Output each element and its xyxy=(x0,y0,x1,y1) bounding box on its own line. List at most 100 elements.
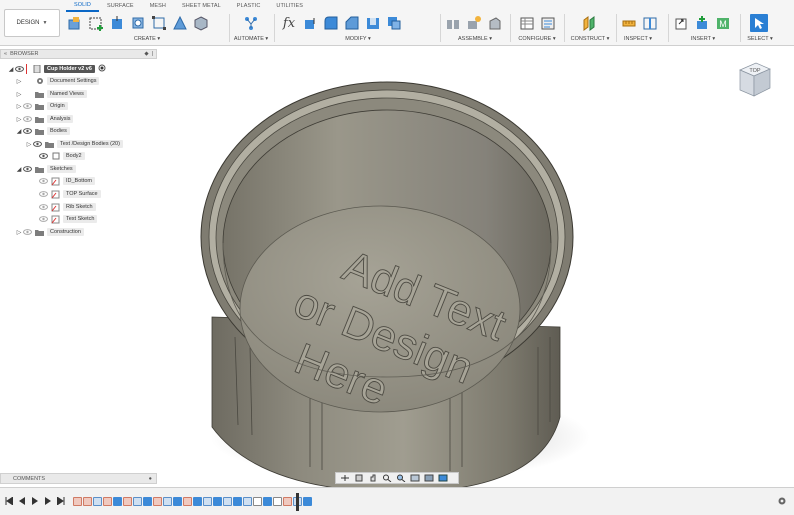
revolve-icon[interactable] xyxy=(129,14,147,32)
timeline-extrude-icon[interactable] xyxy=(173,497,182,506)
tab-plastic[interactable]: PLASTIC xyxy=(229,0,269,12)
timeline-extrude-icon[interactable] xyxy=(303,497,312,506)
browser-item-document-settings[interactable]: ▷ Document Settings xyxy=(16,75,100,87)
shell-icon[interactable] xyxy=(364,14,382,32)
timeline-settings-gear-icon[interactable] xyxy=(777,496,787,506)
skip-to-start-icon[interactable] xyxy=(4,496,14,506)
workspace-dropdown[interactable]: DESIGN ▼ xyxy=(4,9,60,37)
browser-item-top-surface[interactable]: TOP Surface xyxy=(32,188,101,200)
timeline-sketch-icon[interactable] xyxy=(83,497,92,506)
zoom-icon[interactable] xyxy=(380,473,393,483)
extrude-icon[interactable] xyxy=(108,14,126,32)
construct-group-label[interactable]: CONSTRUCT ▾ xyxy=(566,36,614,42)
tab-mesh[interactable]: MESH xyxy=(142,0,174,12)
assemble-group-label[interactable]: ASSEMBLE ▾ xyxy=(444,36,506,42)
timeline-move-icon[interactable] xyxy=(253,497,262,506)
timeline-sketch-icon[interactable] xyxy=(183,497,192,506)
configure-list-icon[interactable] xyxy=(539,14,557,32)
create-sketch-icon[interactable] xyxy=(87,14,105,32)
eye-hidden-icon[interactable] xyxy=(22,116,32,123)
triangle-icon[interactable] xyxy=(171,14,189,32)
browser-item-construction[interactable]: ▷ Construction xyxy=(16,226,84,238)
eye-icon[interactable] xyxy=(14,66,24,73)
create-group-label[interactable]: CREATE ▾ xyxy=(66,36,228,42)
timeline-feature-icon[interactable] xyxy=(243,497,252,506)
comments-bar[interactable]: COMMENTS ● xyxy=(0,473,157,484)
automate-group-label[interactable]: AUTOMATE ▾ xyxy=(230,36,272,42)
browser-item-bodies[interactable]: ◢ Bodies xyxy=(16,125,70,137)
browser-item-rib-sketch[interactable]: Rib Sketch xyxy=(32,201,96,213)
browser-item-named-views[interactable]: ▷ Named Views xyxy=(16,88,87,100)
timeline-marker[interactable] xyxy=(296,493,299,511)
timeline-sketch-icon[interactable] xyxy=(123,497,132,506)
automate-icon[interactable] xyxy=(242,14,260,32)
timeline-sketch-icon[interactable] xyxy=(153,497,162,506)
browser-item-text-design-bodies[interactable]: ▷ Text /Design Bodies (20) xyxy=(26,138,123,150)
parameters-fx-icon[interactable]: fx xyxy=(280,14,298,32)
browser-item-sketches[interactable]: ◢ Sketches xyxy=(16,163,76,175)
eye-hidden-icon[interactable] xyxy=(38,216,48,223)
timeline-extrude-icon[interactable] xyxy=(213,497,222,506)
inspect-group-label[interactable]: INSPECT ▾ xyxy=(618,36,658,42)
pin-icon[interactable]: ◆ xyxy=(144,51,148,57)
fillet-icon[interactable] xyxy=(322,14,340,32)
timeline-extrude-icon[interactable] xyxy=(143,497,152,506)
insert-decal-icon[interactable] xyxy=(693,14,711,32)
combine-icon[interactable] xyxy=(385,14,403,32)
measure-icon[interactable] xyxy=(620,14,638,32)
section-analysis-icon[interactable] xyxy=(641,14,659,32)
timeline-extrude-icon[interactable] xyxy=(113,497,122,506)
timeline-sketch-icon[interactable] xyxy=(103,497,112,506)
eye-icon[interactable] xyxy=(22,128,32,135)
insert-group-label[interactable]: INSERT ▾ xyxy=(672,36,734,42)
step-forward-icon[interactable] xyxy=(43,496,53,506)
model-canvas[interactable]: Add Text or Design Here xyxy=(160,47,794,493)
timeline-extrude-icon[interactable] xyxy=(233,497,242,506)
new-component-icon[interactable] xyxy=(66,14,84,32)
timeline-track[interactable] xyxy=(73,495,312,508)
eye-icon[interactable] xyxy=(32,141,42,148)
browser-root-row[interactable]: ◢ Cup Holder v2 v6 xyxy=(8,63,106,75)
browser-item-id-bottom[interactable]: ID_Bottom xyxy=(32,175,95,187)
select-group-label[interactable]: SELECT ▾ xyxy=(742,36,778,42)
radio-active-icon[interactable] xyxy=(98,64,106,74)
configure-table-icon[interactable] xyxy=(518,14,536,32)
add-comment-icon[interactable]: ● xyxy=(149,476,152,482)
play-icon[interactable] xyxy=(30,496,40,506)
timeline-feature-icon[interactable] xyxy=(223,497,232,506)
browser-item-origin[interactable]: ▷ Origin xyxy=(16,100,68,112)
configure-group-label[interactable]: CONFIGURE ▾ xyxy=(514,36,560,42)
press-pull-icon[interactable] xyxy=(301,14,319,32)
timeline-extrude-icon[interactable] xyxy=(263,497,272,506)
look-at-icon[interactable] xyxy=(352,473,365,483)
tab-surface[interactable]: SURFACE xyxy=(99,0,142,12)
tab-utilities[interactable]: UTILITIES xyxy=(268,0,311,12)
step-back-icon[interactable] xyxy=(17,496,27,506)
rectangle-icon[interactable] xyxy=(150,14,168,32)
cube-icon[interactable] xyxy=(192,14,210,32)
modify-group-label[interactable]: MODIFY ▾ xyxy=(280,36,436,42)
grid-settings-icon[interactable] xyxy=(422,473,435,483)
timeline-move-icon[interactable] xyxy=(273,497,282,506)
browser-item-analysis[interactable]: ▷ Analysis xyxy=(16,113,74,125)
view-cube[interactable]: TOP xyxy=(734,60,774,104)
tab-solid[interactable]: SOLID xyxy=(66,0,100,12)
browser-item-body2[interactable]: Body2 xyxy=(32,150,85,162)
as-built-joint-icon[interactable] xyxy=(465,14,483,32)
tab-sheet-metal[interactable]: SHEET METAL xyxy=(174,0,229,12)
collapse-icon[interactable]: « xyxy=(4,51,7,57)
timeline-feature-icon[interactable] xyxy=(163,497,172,506)
motion-link-icon[interactable] xyxy=(486,14,504,32)
joint-icon[interactable] xyxy=(444,14,462,32)
offset-plane-icon[interactable] xyxy=(580,14,598,32)
fit-zoom-icon[interactable] xyxy=(394,473,407,483)
browser-root-label[interactable]: Cup Holder v2 v6 xyxy=(44,65,95,73)
pan-hand-icon[interactable] xyxy=(366,473,379,483)
eye-hidden-icon[interactable] xyxy=(38,204,48,211)
eye-icon[interactable] xyxy=(22,166,32,173)
eye-hidden-icon[interactable] xyxy=(22,103,32,110)
timeline-feature-icon[interactable] xyxy=(133,497,142,506)
eye-icon[interactable] xyxy=(38,153,48,160)
orbit-icon[interactable] xyxy=(338,473,351,483)
skip-to-end-icon[interactable] xyxy=(56,496,66,506)
